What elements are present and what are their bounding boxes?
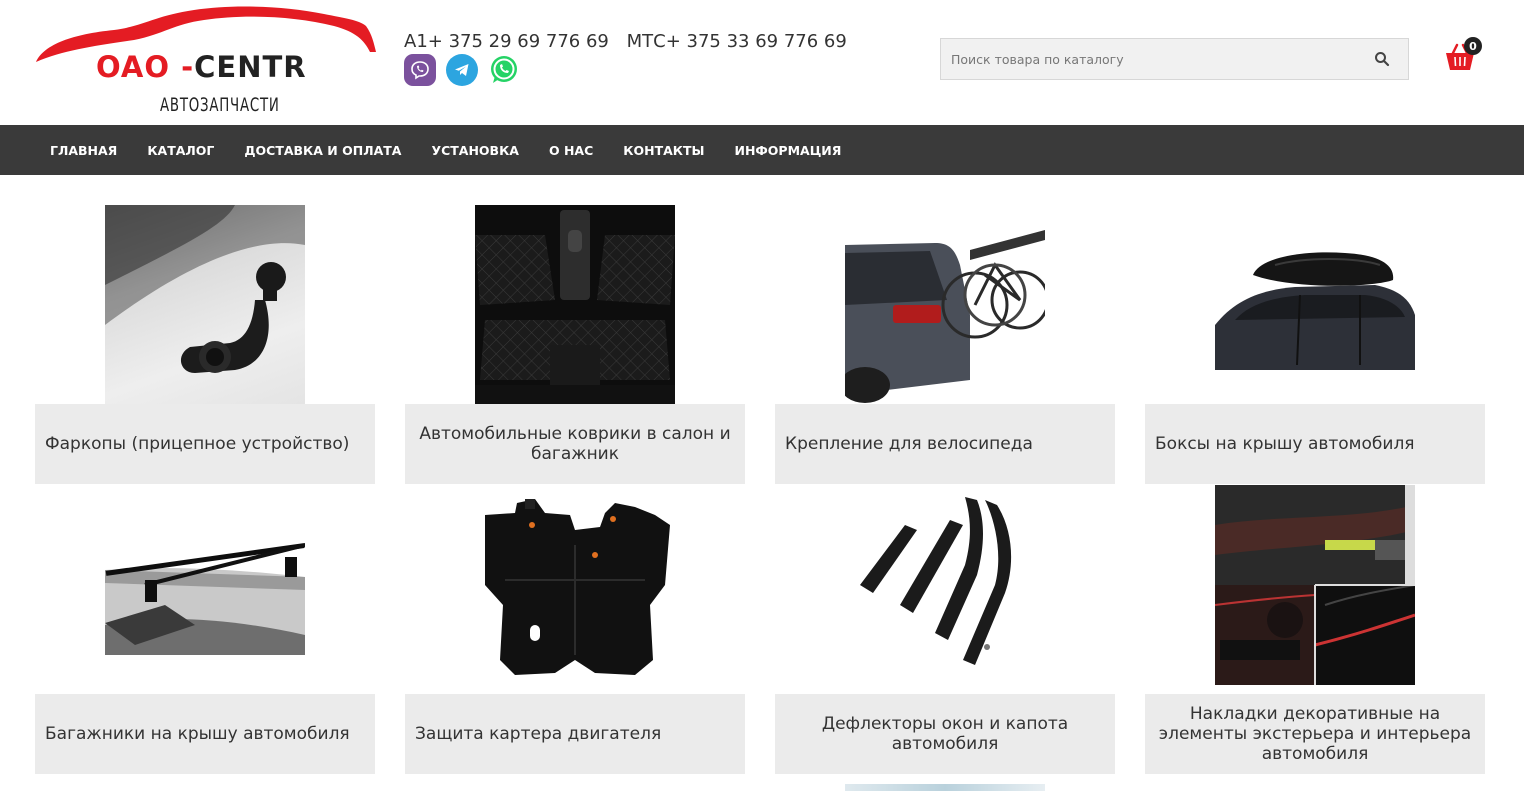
decor-trims-image [1215,485,1415,685]
category-card-bike-rack[interactable]: Крепление для велосипеда [775,195,1115,485]
nav-item-info[interactable]: ИНФОРМАЦИЯ [719,143,856,158]
category-card-floor-mats[interactable]: Автомобильные коврики в салон и багажник [405,195,745,485]
category-label: Накладки декоративные на элементы экстер… [1145,694,1485,774]
phone-a1[interactable]: A1+ 375 29 69 776 69 [404,31,609,52]
site-header: OAO -CENTR АВТОЗАПЧАСТИ A1+ 375 29 69 77… [0,0,1524,125]
search-icon [1375,52,1390,67]
category-card-decor-trims[interactable]: Накладки декоративные на элементы экстер… [1145,485,1485,775]
roof-rack-image [105,495,305,695]
next-row-image-partial [845,784,1045,791]
category-card-tow-hitch[interactable]: Фаркопы (прицепное устройство) [35,195,375,485]
category-card-engine-guard[interactable]: Защита картера двигателя [405,485,745,775]
cart-count-badge: 0 [1464,37,1482,55]
viber-icon[interactable] [404,54,436,86]
nav-item-delivery[interactable]: ДОСТАВКА И ОПЛАТА [229,143,416,158]
category-label: Фаркопы (прицепное устройство) [35,404,375,484]
category-card-roof-rack[interactable]: Багажники на крышу автомобиля [35,485,375,775]
logo-subtitle: АВТОЗАПЧАСТИ [160,94,280,116]
tow-hitch-image [105,205,305,405]
category-label: Крепление для велосипеда [775,404,1115,484]
phone-mts[interactable]: МТС+ 375 33 69 776 69 [627,31,847,52]
deflectors-image [845,485,1045,685]
nav-item-catalog[interactable]: КАТАЛОГ [132,143,229,158]
search-bar [940,38,1409,80]
search-input[interactable] [941,39,1356,79]
category-label: Автомобильные коврики в салон и багажник [405,404,745,484]
nav-item-installation[interactable]: УСТАНОВКА [416,143,534,158]
category-card-roof-box[interactable]: Боксы на крышу автомобиля [1145,195,1485,485]
logo-brand: OAO -CENTR [96,50,307,84]
category-label: Багажники на крышу автомобиля [35,694,375,774]
engine-guard-image [475,485,675,685]
contact-phones: A1+ 375 29 69 776 69 МТС+ 375 33 69 776 … [404,31,847,52]
nav-item-contacts[interactable]: КОНТАКТЫ [608,143,719,158]
messenger-links [404,54,520,86]
category-label: Боксы на крышу автомобиля [1145,404,1485,484]
bike-rack-image [845,205,1045,405]
roof-box-image [1215,205,1415,405]
telegram-icon[interactable] [446,54,478,86]
category-label: Защита картера двигателя [405,694,745,774]
cart-button[interactable]: 0 [1443,37,1482,74]
nav-item-home[interactable]: ГЛАВНАЯ [35,143,132,158]
site-logo[interactable]: OAO -CENTR АВТОЗАПЧАСТИ [34,4,379,122]
main-navigation: ГЛАВНАЯ КАТАЛОГ ДОСТАВКА И ОПЛАТА УСТАНО… [0,125,1524,175]
search-button[interactable] [1356,39,1408,79]
nav-item-about[interactable]: О НАС [534,143,608,158]
floor-mats-image [475,205,675,405]
category-card-deflectors[interactable]: Дефлекторы окон и капота автомобиля [775,485,1115,775]
category-label: Дефлекторы окон и капота автомобиля [775,694,1115,774]
whatsapp-icon[interactable] [488,54,520,86]
